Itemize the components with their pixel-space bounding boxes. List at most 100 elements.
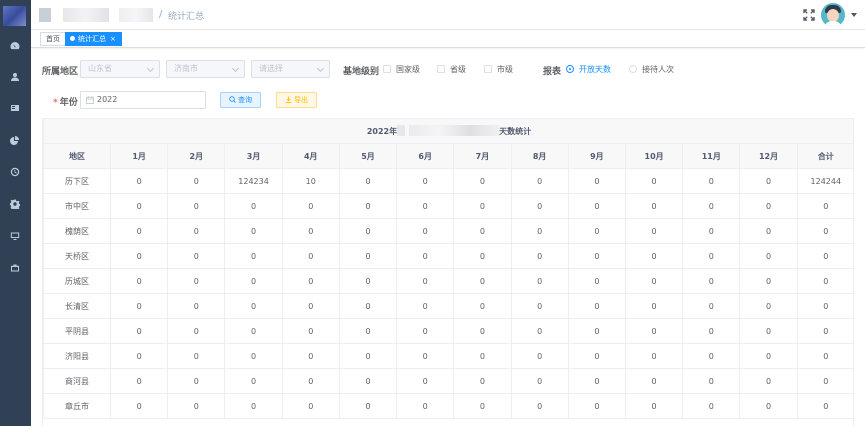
- value-cell: 0: [396, 368, 455, 394]
- city-select[interactable]: 济南市: [166, 60, 245, 78]
- breadcrumb-blurred-section[interactable]: [119, 8, 153, 22]
- value-cell: 0: [567, 393, 626, 419]
- monitor-icon[interactable]: [9, 230, 21, 242]
- column-header: 4月: [281, 143, 340, 169]
- value-cell: 0: [796, 293, 853, 319]
- table-title-prefix: 2022年: [366, 127, 398, 136]
- value-cell: 0: [109, 193, 169, 219]
- value-cell: 0: [796, 368, 853, 394]
- tag-home[interactable]: 首页: [40, 32, 66, 46]
- value-cell: 0: [224, 368, 283, 394]
- card-icon[interactable]: [9, 102, 21, 114]
- radio-visitors-label[interactable]: 接待人次: [642, 64, 674, 75]
- value-cell: 0: [167, 243, 226, 269]
- value-cell: 0: [167, 293, 226, 319]
- checkbox-provincial-label[interactable]: 省级: [450, 64, 466, 75]
- value-cell: 0: [109, 343, 169, 369]
- value-cell: 0: [281, 193, 340, 219]
- caret-down-icon[interactable]: [851, 13, 857, 17]
- tag-statistics[interactable]: 统计汇总 ×: [65, 32, 122, 46]
- value-cell: 0: [567, 243, 626, 269]
- value-cell: 0: [682, 193, 741, 219]
- avatar[interactable]: [821, 3, 845, 27]
- checkbox-national-label[interactable]: 国家级: [396, 64, 420, 75]
- checkbox-provincial[interactable]: [437, 65, 445, 73]
- value-cell: 0: [796, 268, 853, 294]
- column-header: 2月: [167, 143, 226, 169]
- region-cell: 商河县: [43, 368, 111, 394]
- value-cell: 0: [338, 268, 398, 294]
- hamburger-toggle[interactable]: [39, 8, 51, 22]
- value-cell: 0: [338, 343, 398, 369]
- table-row: 槐荫区 0 0 0 0 0 0 0 0 0 0 0 0 0: [43, 218, 853, 244]
- value-cell: 0: [396, 343, 455, 369]
- district-select[interactable]: 请选择: [251, 60, 330, 78]
- checkbox-national[interactable]: [383, 65, 391, 73]
- value-cell: 0: [739, 368, 798, 394]
- value-cell: 0: [109, 243, 169, 269]
- value-cell: 0: [167, 318, 226, 344]
- value-cell: 0: [624, 243, 684, 269]
- table-row: 济阳县 0 0 0 0 0 0 0 0 0 0 0 0 0: [43, 343, 853, 369]
- value-cell: 0: [281, 343, 340, 369]
- download-icon: [285, 96, 292, 103]
- search-icon: [229, 96, 236, 103]
- value-cell: 0: [510, 293, 569, 319]
- value-cell: 0: [109, 318, 169, 344]
- radio-open-days-label[interactable]: 开放天数: [579, 64, 611, 75]
- value-cell: 0: [567, 293, 626, 319]
- chart-icon[interactable]: [9, 134, 21, 146]
- region-cell: 市中区: [43, 193, 111, 219]
- settings-icon[interactable]: [9, 198, 21, 210]
- value-cell: 0: [224, 243, 283, 269]
- value-cell: 0: [796, 393, 853, 419]
- value-cell: 0: [167, 168, 226, 194]
- value-cell: 0: [109, 293, 169, 319]
- checkbox-city-label[interactable]: 市级: [497, 64, 513, 75]
- breadcrumb-blurred-home[interactable]: [63, 8, 109, 22]
- value-cell: 0: [510, 318, 569, 344]
- briefcase-icon[interactable]: [9, 262, 21, 274]
- value-cell: 0: [624, 368, 684, 394]
- query-button[interactable]: 查询: [220, 92, 261, 108]
- export-button[interactable]: 导出: [276, 92, 317, 108]
- value-cell: 0: [739, 318, 798, 344]
- radio-visitors[interactable]: [629, 65, 637, 73]
- value-cell: 0: [567, 343, 626, 369]
- value-cell: 0: [567, 168, 626, 194]
- breadcrumb-current: 统计汇总: [168, 12, 205, 22]
- value-cell: 0: [338, 193, 398, 219]
- value-cell: 124244: [796, 168, 853, 194]
- value-cell: 0: [167, 193, 226, 219]
- year-picker[interactable]: 2022: [80, 91, 206, 109]
- value-cell: 0: [167, 268, 226, 294]
- value-cell: 10: [281, 168, 340, 194]
- value-cell: 0: [109, 268, 169, 294]
- column-header: 3月: [224, 143, 283, 169]
- value-cell: 0: [567, 368, 626, 394]
- value-cell: 0: [453, 193, 512, 219]
- radio-open-days[interactable]: [566, 65, 574, 73]
- value-cell: 0: [281, 393, 340, 419]
- value-cell: 0: [167, 218, 226, 244]
- value-cell: 0: [682, 268, 741, 294]
- chevron-down-icon: [316, 64, 325, 73]
- clock-icon[interactable]: [9, 166, 21, 178]
- value-cell: 0: [396, 318, 455, 344]
- value-cell: 0: [739, 243, 798, 269]
- province-select[interactable]: 山东省: [80, 60, 160, 78]
- value-cell: 0: [396, 268, 455, 294]
- value-cell: 0: [624, 193, 684, 219]
- checkbox-city[interactable]: [484, 65, 492, 73]
- table-row: 商河县 0 0 0 0 0 0 0 0 0 0 0 0 0: [43, 368, 853, 394]
- close-icon[interactable]: ×: [110, 35, 116, 43]
- dashboard-icon[interactable]: [9, 40, 21, 52]
- value-cell: 0: [167, 343, 226, 369]
- value-cell: 0: [567, 193, 626, 219]
- column-header: 11月: [682, 143, 741, 169]
- user-icon[interactable]: [9, 71, 21, 83]
- value-cell: 0: [281, 293, 340, 319]
- value-cell: 0: [682, 168, 741, 194]
- fullscreen-icon[interactable]: [803, 9, 815, 21]
- value-cell: 0: [510, 168, 569, 194]
